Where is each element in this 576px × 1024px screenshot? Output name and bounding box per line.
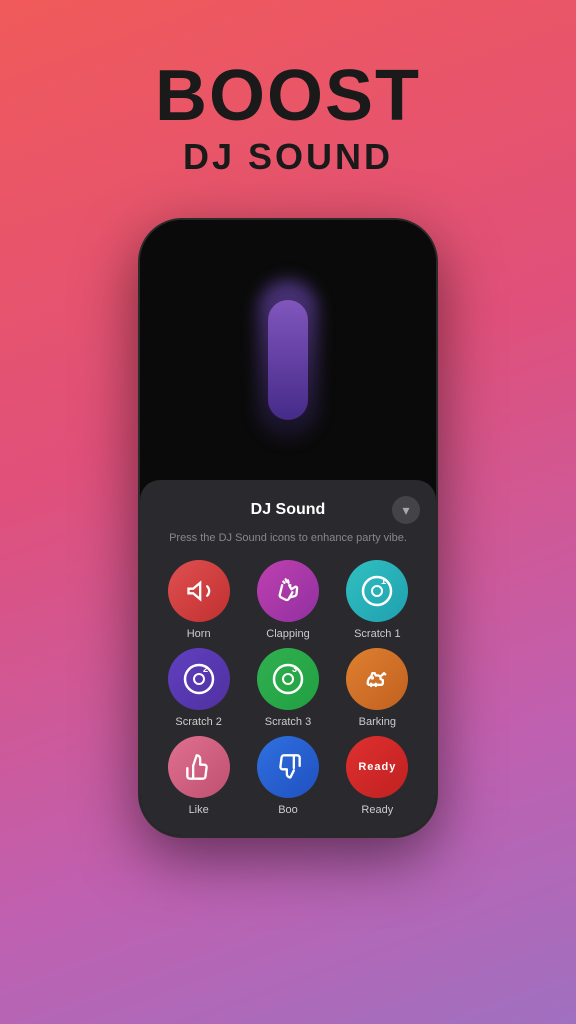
horn-label: Horn (187, 628, 211, 640)
clapping-label: Clapping (266, 628, 309, 640)
header-section: BOOST DJ SOUND (155, 60, 421, 178)
sound-grid: Horn Clapping (156, 560, 420, 816)
sound-item-horn[interactable]: Horn (156, 560, 241, 640)
svg-text:3: 3 (292, 664, 297, 674)
clapping-button[interactable] (257, 560, 319, 622)
ready-button[interactable]: Ready (346, 736, 408, 798)
scratch3-button[interactable]: 3 (257, 648, 319, 710)
sound-item-scratch1[interactable]: 1 Scratch 1 (335, 560, 420, 640)
panel-subtitle: Press the DJ Sound icons to enhance part… (156, 532, 420, 544)
ready-label: Ready (361, 804, 393, 816)
sound-item-ready[interactable]: Ready Ready (335, 736, 420, 816)
panel-title: DJ Sound (184, 501, 392, 519)
phone-mockup: DJ Sound Press the DJ Sound icons to enh… (138, 218, 438, 838)
boost-title: BOOST (155, 60, 421, 132)
sound-item-like[interactable]: Like (156, 736, 241, 816)
svg-text:2: 2 (203, 664, 208, 674)
barking-label: Barking (359, 716, 396, 728)
ready-text: Ready (358, 761, 396, 773)
dj-panel: DJ Sound Press the DJ Sound icons to enh… (140, 480, 436, 836)
boo-label: Boo (278, 804, 298, 816)
turntable-center (268, 300, 308, 420)
scratch3-label: Scratch 3 (265, 716, 311, 728)
boo-button[interactable] (257, 736, 319, 798)
barking-button[interactable] (346, 648, 408, 710)
scratch2-label: Scratch 2 (175, 716, 221, 728)
sound-item-scratch3[interactable]: 3 Scratch 3 (245, 648, 330, 728)
scratch1-button[interactable]: 1 (346, 560, 408, 622)
collapse-button[interactable] (392, 496, 420, 524)
sound-item-barking[interactable]: Barking (335, 648, 420, 728)
turntable-area (140, 220, 436, 520)
scratch1-label: Scratch 1 (354, 628, 400, 640)
sound-item-boo[interactable]: Boo (245, 736, 330, 816)
dj-sound-title: DJ SOUND (155, 136, 421, 178)
like-button[interactable] (168, 736, 230, 798)
phone-screen: DJ Sound Press the DJ Sound icons to enh… (140, 220, 436, 836)
svg-text:1: 1 (381, 576, 386, 586)
sound-item-clapping[interactable]: Clapping (245, 560, 330, 640)
like-label: Like (189, 804, 209, 816)
scratch2-button[interactable]: 2 (168, 648, 230, 710)
panel-header: DJ Sound (156, 496, 420, 524)
sound-item-scratch2[interactable]: 2 Scratch 2 (156, 648, 241, 728)
horn-button[interactable] (168, 560, 230, 622)
